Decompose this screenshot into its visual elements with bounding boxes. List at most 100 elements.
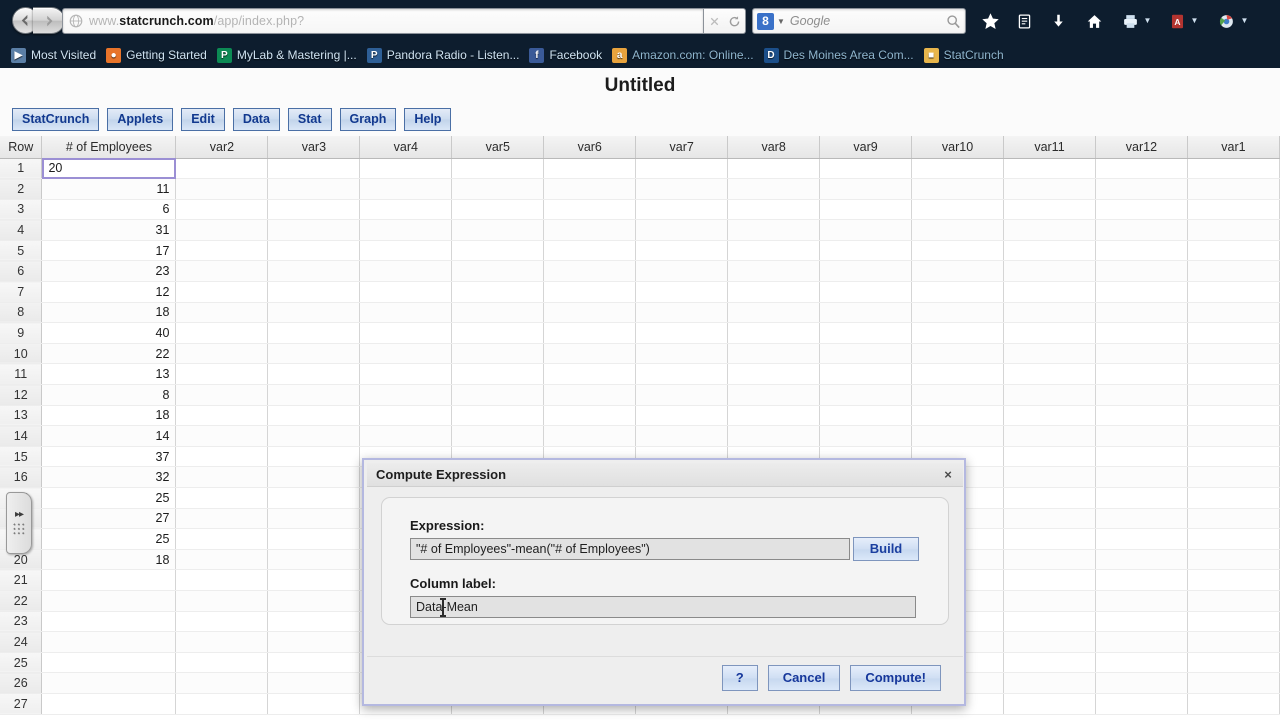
empty-cell[interactable] [543, 343, 637, 365]
empty-cell[interactable] [359, 199, 453, 221]
home-button[interactable] [1082, 9, 1106, 33]
empty-cell[interactable] [1003, 590, 1096, 612]
empty-cell[interactable] [451, 322, 545, 344]
stop-icon[interactable] [708, 15, 721, 28]
empty-cell[interactable] [635, 260, 729, 283]
row-header[interactable]: 22 [0, 590, 43, 612]
empty-cell[interactable] [1095, 590, 1188, 612]
data-cell[interactable]: 14 [41, 425, 177, 447]
data-cell[interactable]: 13 [41, 363, 177, 386]
empty-cell[interactable] [1095, 343, 1188, 365]
empty-cell[interactable] [1187, 487, 1280, 509]
data-cell[interactable]: 12 [41, 281, 177, 303]
empty-cell[interactable] [175, 528, 269, 550]
empty-cell[interactable] [1095, 652, 1188, 674]
column-header-var5[interactable]: var5 [451, 136, 545, 159]
empty-cell[interactable] [175, 240, 269, 262]
empty-cell[interactable] [451, 281, 545, 303]
empty-cell[interactable] [635, 384, 729, 406]
data-cell[interactable] [41, 631, 177, 653]
empty-cell[interactable] [1095, 672, 1188, 694]
bookmark-item[interactable]: P Pandora Radio - Listen... [364, 45, 527, 65]
data-cell[interactable]: 8 [41, 384, 177, 406]
row-header[interactable]: 4 [0, 219, 43, 241]
empty-cell[interactable] [1003, 487, 1096, 509]
empty-cell[interactable] [1003, 611, 1096, 633]
empty-cell[interactable] [1003, 569, 1096, 591]
empty-cell[interactable] [1095, 405, 1188, 427]
empty-cell[interactable] [1187, 446, 1280, 468]
empty-cell[interactable] [175, 508, 269, 530]
empty-cell[interactable] [1187, 405, 1280, 427]
empty-cell[interactable] [1187, 631, 1280, 653]
row-header[interactable]: 13 [0, 405, 43, 427]
empty-cell[interactable] [727, 219, 821, 241]
search-input[interactable]: Google [790, 14, 946, 28]
empty-cell[interactable] [727, 405, 821, 427]
empty-cell[interactable] [175, 363, 269, 386]
empty-cell[interactable] [1187, 178, 1280, 200]
empty-cell[interactable] [267, 549, 361, 571]
empty-cell[interactable] [267, 322, 361, 344]
empty-cell[interactable] [819, 363, 913, 386]
empty-cell[interactable] [267, 343, 361, 365]
column-header-var4[interactable]: var4 [359, 136, 453, 159]
empty-cell[interactable] [359, 322, 453, 344]
search-bar[interactable]: 8 ▼ Google [752, 8, 966, 34]
empty-cell[interactable] [1187, 652, 1280, 674]
empty-cell[interactable] [267, 302, 361, 324]
empty-cell[interactable] [911, 199, 1005, 221]
data-cell[interactable]: 18 [41, 302, 177, 324]
empty-cell[interactable] [267, 672, 361, 694]
empty-cell[interactable] [543, 281, 637, 303]
empty-cell[interactable] [1003, 260, 1096, 283]
column-header-var8[interactable]: var8 [727, 136, 821, 159]
empty-cell[interactable] [451, 158, 545, 180]
empty-cell[interactable] [1095, 178, 1188, 200]
column-header-row[interactable]: Row [0, 136, 43, 159]
expression-input[interactable]: "# of Employees"-mean("# of Employees") [410, 538, 850, 560]
empty-cell[interactable] [267, 466, 361, 488]
empty-cell[interactable] [1187, 425, 1280, 447]
empty-cell[interactable] [267, 569, 361, 591]
row-header[interactable]: 1 [0, 158, 43, 180]
empty-cell[interactable] [727, 343, 821, 365]
empty-cell[interactable] [543, 158, 637, 180]
empty-cell[interactable] [911, 384, 1005, 406]
cancel-button[interactable]: Cancel [767, 664, 841, 691]
empty-cell[interactable] [543, 178, 637, 200]
row-header[interactable]: 7 [0, 281, 43, 303]
data-cell[interactable]: 27 [41, 508, 177, 530]
empty-cell[interactable] [1095, 466, 1188, 488]
empty-cell[interactable] [635, 199, 729, 221]
data-cell[interactable]: 6 [41, 199, 177, 221]
data-cell[interactable]: 37 [41, 446, 177, 468]
empty-cell[interactable] [1187, 590, 1280, 612]
bookmark-item[interactable]: ▶ Most Visited [8, 45, 103, 65]
print-chevron-down-icon[interactable]: ▼ [1143, 17, 1152, 25]
empty-cell[interactable] [911, 405, 1005, 427]
column-header-var10[interactable]: var10 [911, 136, 1005, 159]
empty-cell[interactable] [1003, 199, 1096, 221]
column-header-var9[interactable]: var9 [819, 136, 913, 159]
empty-cell[interactable] [819, 219, 913, 241]
empty-cell[interactable] [267, 693, 361, 715]
empty-cell[interactable] [543, 322, 637, 344]
empty-cell[interactable] [819, 158, 913, 180]
empty-cell[interactable] [175, 487, 269, 509]
empty-cell[interactable] [1187, 569, 1280, 591]
empty-cell[interactable] [1187, 322, 1280, 344]
reading-list-button[interactable] [1012, 9, 1036, 33]
empty-cell[interactable] [911, 322, 1005, 344]
empty-cell[interactable] [1095, 363, 1188, 386]
empty-cell[interactable] [819, 240, 913, 262]
empty-cell[interactable] [1187, 343, 1280, 365]
empty-cell[interactable] [635, 281, 729, 303]
row-header[interactable]: 8 [0, 302, 43, 324]
empty-cell[interactable] [1003, 405, 1096, 427]
pdf-chevron-down-icon[interactable]: ▼ [1190, 17, 1199, 25]
empty-cell[interactable] [267, 199, 361, 221]
row-header[interactable]: 6 [0, 260, 43, 283]
empty-cell[interactable] [635, 219, 729, 241]
empty-cell[interactable] [727, 158, 821, 180]
